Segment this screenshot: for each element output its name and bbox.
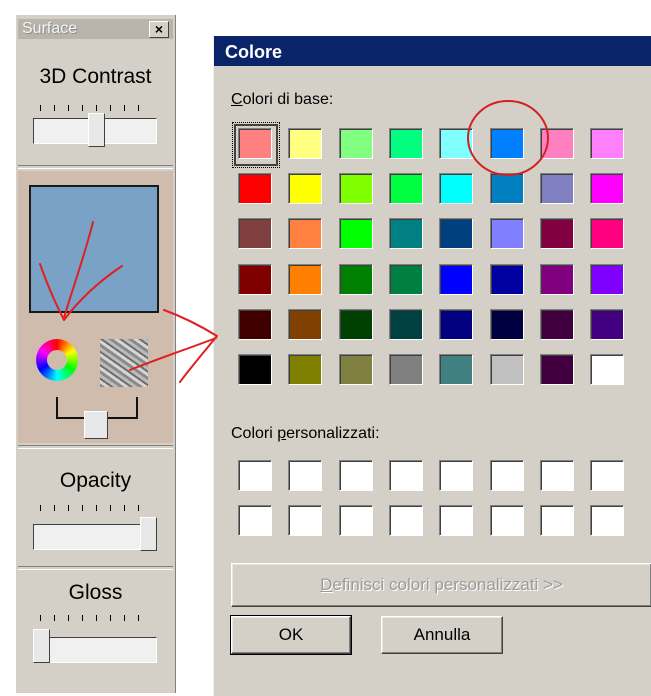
texture-icon[interactable] [100,339,148,387]
cancel-button[interactable]: Annulla [381,616,503,654]
custom-colors-label: Colori personalizzati: [231,425,380,442]
base-color-swatch[interactable] [338,128,373,159]
base-color-swatch[interactable] [388,128,423,159]
base-color-swatch[interactable] [489,173,524,205]
base-color-swatch[interactable] [388,218,423,250]
base-color-swatch[interactable] [288,308,323,340]
custom-color-swatch[interactable] [439,505,474,537]
base-color-swatch[interactable] [590,263,625,295]
base-color-swatch[interactable] [338,218,373,250]
custom-color-swatch[interactable] [388,505,423,537]
base-colors-label: Colori di base: [231,91,334,108]
surface-title: Surface [22,20,78,37]
base-color-swatch[interactable] [590,218,625,250]
base-color-swatch[interactable] [238,354,272,385]
custom-color-swatch[interactable] [590,460,625,491]
color-swatch[interactable] [29,185,159,313]
base-color-swatch[interactable] [439,173,474,205]
base-color-swatch[interactable] [590,173,625,205]
base-color-swatch[interactable] [590,308,625,340]
base-color-swatch[interactable] [288,354,323,385]
custom-color-swatch[interactable] [238,460,272,491]
base-color-swatch[interactable] [489,128,524,159]
contrast-slider-thumb[interactable] [88,113,105,147]
base-color-swatch[interactable] [489,218,524,250]
custom-color-swatch[interactable] [288,460,323,491]
base-color-swatch[interactable] [238,308,272,340]
base-color-swatch[interactable] [439,263,474,295]
contrast-label: 3D Contrast [39,65,152,88]
custom-color-swatch[interactable] [288,505,323,537]
base-color-swatch[interactable] [539,218,574,250]
dialog-titlebar[interactable]: Colore [214,36,651,66]
opacity-label: Opacity [59,469,132,492]
dialog-title: Colore [225,42,283,62]
ok-button[interactable]: OK [230,615,352,655]
base-color-swatch[interactable] [439,308,474,340]
close-button[interactable]: × [149,21,169,38]
custom-color-swatch[interactable] [439,460,474,491]
base-color-swatch[interactable] [590,354,625,385]
gloss-label: Gloss [68,581,123,604]
custom-color-swatch[interactable] [238,505,272,537]
gloss-ticks [40,615,150,621]
base-color-swatch[interactable] [539,128,574,159]
divider [18,566,173,570]
base-color-swatch[interactable] [388,354,423,385]
gloss-slider[interactable] [33,637,157,663]
base-color-swatch[interactable] [539,173,574,205]
custom-color-swatch[interactable] [489,460,524,491]
base-color-swatch[interactable] [388,308,423,340]
define-custom-colors-button[interactable]: Definisci colori personalizzati >> [231,563,651,607]
surface-titlebar[interactable]: Surface × [18,19,173,39]
base-color-swatch[interactable] [489,308,524,340]
opacity-ticks [40,505,150,511]
base-color-swatch[interactable] [539,354,574,385]
divider [18,165,173,169]
opacity-slider-thumb[interactable] [140,517,157,551]
base-color-swatch[interactable] [288,128,323,159]
base-color-swatch[interactable] [238,218,272,250]
custom-color-swatch[interactable] [338,505,373,537]
custom-color-swatch[interactable] [539,460,574,491]
base-color-swatch[interactable] [238,173,272,205]
opacity-slider[interactable] [33,524,157,550]
base-color-swatch[interactable] [238,263,272,295]
custom-color-swatch[interactable] [388,460,423,491]
base-color-swatch[interactable] [288,218,323,250]
contrast-ticks [40,105,150,111]
color-dialog: Colore Colori di base: Colori personaliz… [213,36,651,696]
base-color-swatch[interactable] [238,128,272,159]
base-color-swatch[interactable] [439,218,474,250]
base-color-swatch[interactable] [288,173,323,205]
base-color-swatch[interactable] [539,263,574,295]
divider [18,445,173,449]
color-texture-slider-thumb[interactable] [84,411,108,439]
gloss-slider-thumb[interactable] [33,629,50,663]
base-color-swatch[interactable] [590,128,625,159]
surface-panel: Surface × 3D Contrast Opacity Gloss [15,15,176,693]
base-color-swatch[interactable] [338,263,373,295]
base-color-swatch[interactable] [338,354,373,385]
base-color-swatch[interactable] [388,173,423,205]
custom-color-swatch[interactable] [590,505,625,537]
color-section [18,171,173,443]
custom-color-swatch[interactable] [338,460,373,491]
base-color-swatch[interactable] [288,263,323,295]
color-wheel-icon[interactable] [36,339,78,381]
base-color-swatch[interactable] [338,308,373,340]
base-color-swatch[interactable] [439,128,474,159]
base-color-swatch[interactable] [489,263,524,295]
base-color-swatch[interactable] [489,354,524,385]
base-color-swatch[interactable] [539,308,574,340]
base-color-swatch[interactable] [338,173,373,205]
base-color-swatch[interactable] [439,354,474,385]
custom-color-swatch[interactable] [539,505,574,537]
base-color-swatch[interactable] [388,263,423,295]
custom-color-swatch[interactable] [489,505,524,537]
